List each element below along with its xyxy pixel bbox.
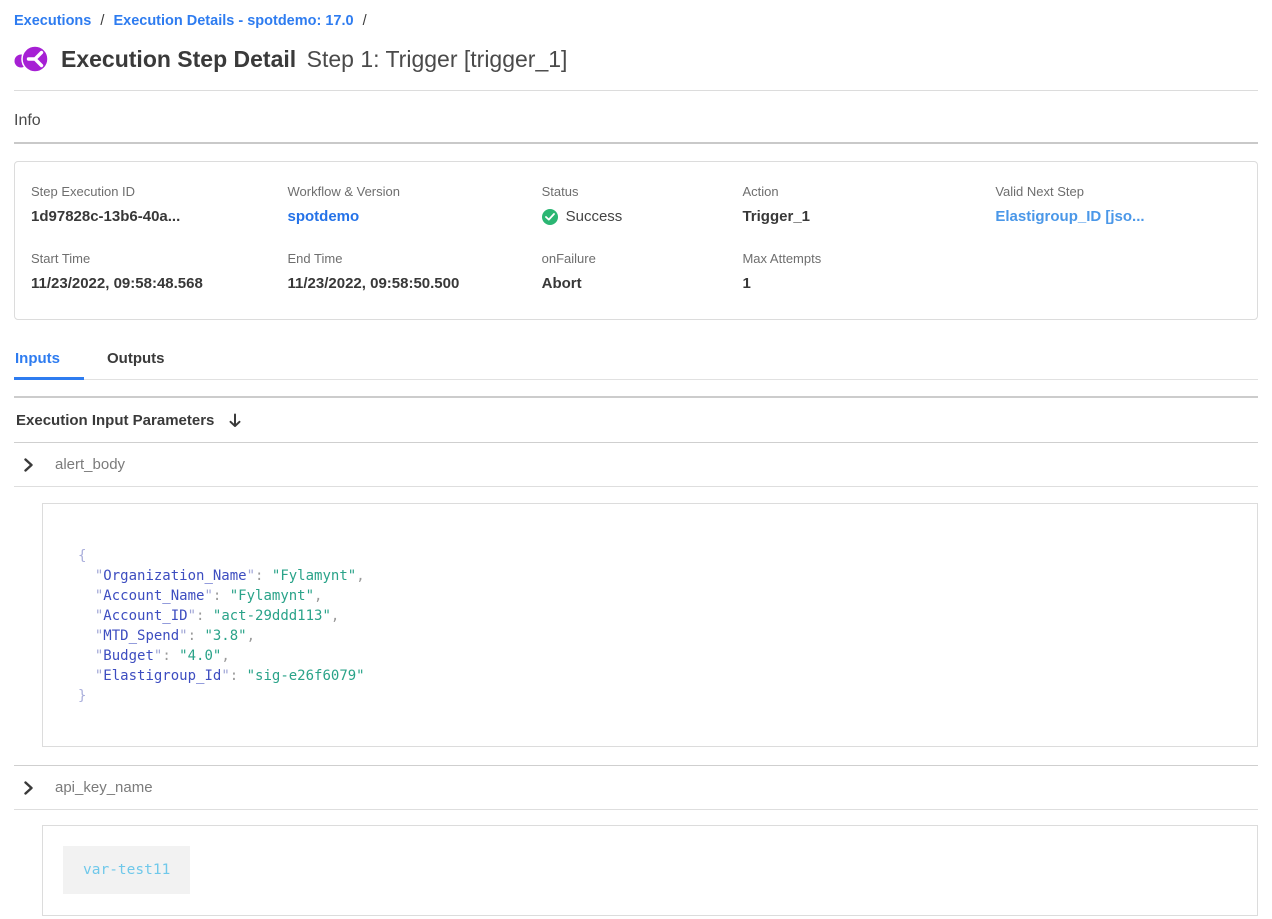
chevron-right-icon (23, 781, 34, 795)
field-valid-next-step: Valid Next Step Elastigroup_ID [jso... (995, 184, 1241, 225)
field-action: Action Trigger_1 (742, 184, 995, 225)
breadcrumb-execution-details-link[interactable]: Execution Details - spotdemo: 17.0 (113, 13, 353, 29)
page-header: Execution Step Detail Step 1: Trigger [t… (14, 44, 1258, 74)
execution-step-detail-page: Executions / Execution Details - spotdem… (0, 0, 1272, 919)
param-name: api_key_name (55, 779, 153, 796)
workflow-link[interactable]: spotdemo (288, 208, 542, 225)
field-start-time: Start Time 11/23/2022, 09:58:48.568 (31, 251, 288, 292)
field-value: Trigger_1 (742, 208, 995, 225)
breadcrumb-separator: / (100, 13, 104, 29)
field-value: 1d97828c-13b6-40a... (31, 208, 288, 225)
success-check-icon (542, 209, 558, 225)
api-key-name-value-box: var-test11 (42, 825, 1258, 916)
param-name: alert_body (55, 456, 125, 473)
field-label: Status (542, 184, 743, 199)
page-title: Execution Step Detail (61, 46, 296, 72)
breadcrumb: Executions / Execution Details - spotdem… (14, 0, 1258, 29)
field-workflow-version: Workflow & Version spotdemo (288, 184, 542, 225)
next-step-link[interactable]: Elastigroup_ID [jso... (995, 208, 1241, 225)
info-card: Step Execution ID 1d97828c-13b6-40a... W… (14, 161, 1258, 320)
field-max-attempts: Max Attempts 1 (742, 251, 995, 292)
info-divider (14, 142, 1258, 144)
execution-input-parameters-header: Execution Input Parameters (14, 398, 1258, 442)
status-badge: Success (566, 208, 623, 225)
field-value: Abort (542, 275, 743, 292)
field-status: Status Success (542, 184, 743, 225)
json-code: { "Organization_Name": "Fylamynt", "Acco… (78, 546, 1227, 706)
field-label: onFailure (542, 251, 743, 266)
field-label: Action (742, 184, 995, 199)
param-row-alert-body[interactable]: alert_body (14, 443, 1258, 486)
row-divider (14, 809, 1258, 810)
field-value: 11/23/2022, 09:58:50.500 (288, 275, 542, 292)
field-step-execution-id: Step Execution ID 1d97828c-13b6-40a... (31, 184, 288, 225)
field-label: Step Execution ID (31, 184, 288, 199)
info-section-heading: Info (14, 112, 1258, 130)
arrow-down-icon[interactable] (228, 413, 242, 429)
field-end-time: End Time 11/23/2022, 09:58:50.500 (288, 251, 542, 292)
params-title: Execution Input Parameters (16, 412, 214, 429)
page-subtitle: Step 1: Trigger [trigger_1] (307, 46, 568, 72)
field-value: 11/23/2022, 09:58:48.568 (31, 275, 288, 292)
fylamynt-logo-icon (14, 44, 48, 74)
api-key-name-value: var-test11 (63, 846, 190, 894)
field-label: Start Time (31, 251, 288, 266)
header-divider (14, 90, 1258, 91)
field-label: Valid Next Step (995, 184, 1241, 199)
param-row-api-key-name[interactable]: api_key_name (14, 766, 1258, 809)
alert-body-json-viewer: { "Organization_Name": "Fylamynt", "Acco… (42, 503, 1258, 747)
field-label: Workflow & Version (288, 184, 542, 199)
breadcrumb-separator: / (363, 13, 367, 29)
tab-outputs[interactable]: Outputs (106, 342, 189, 379)
field-value: 1 (742, 275, 995, 292)
breadcrumb-executions-link[interactable]: Executions (14, 13, 91, 29)
field-onfailure: onFailure Abort (542, 251, 743, 292)
field-label: End Time (288, 251, 542, 266)
tab-inputs[interactable]: Inputs (14, 342, 84, 379)
field-label: Max Attempts (742, 251, 995, 266)
chevron-right-icon (23, 458, 34, 472)
tab-bar: Inputs Outputs (14, 342, 1258, 380)
row-divider (14, 486, 1258, 487)
